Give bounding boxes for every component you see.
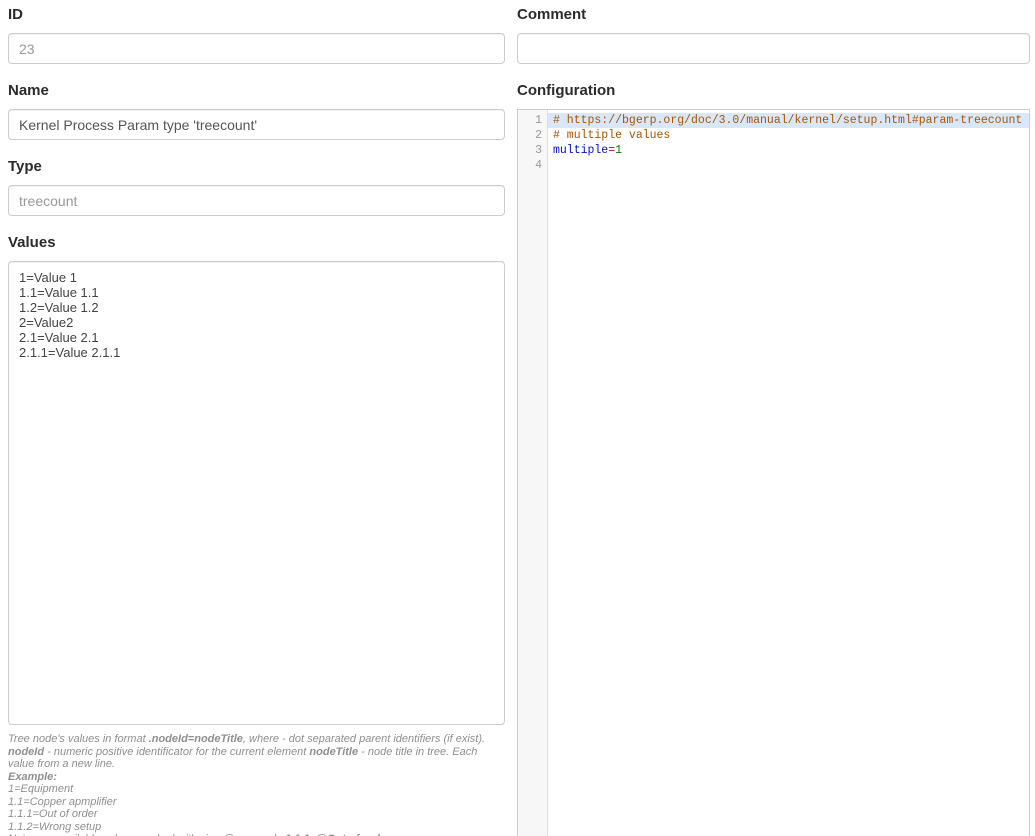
- line-number: 1: [518, 113, 548, 128]
- configuration-code-lines: 1# https://bgerp.org/doc/3.0/manual/kern…: [518, 110, 1029, 173]
- values-help-line: Tree node's values in format .nodeId=nod…: [8, 733, 505, 771]
- line-number: 2: [518, 128, 548, 143]
- line-number: 3: [518, 143, 548, 158]
- code-line-content: # https://bgerp.org/doc/3.0/manual/kerne…: [548, 113, 1029, 128]
- configuration-label: Configuration: [517, 82, 1030, 100]
- line-number-gutter: [518, 110, 548, 836]
- configuration-editor[interactable]: 1# https://bgerp.org/doc/3.0/manual/kern…: [517, 109, 1030, 836]
- name-input[interactable]: [8, 109, 505, 140]
- values-help-line: 1.1.2=Wrong setup: [8, 821, 505, 834]
- code-line: 2# multiple values: [518, 128, 1029, 143]
- values-help-line: 1.1=Copper apmplifier: [8, 796, 505, 809]
- type-input[interactable]: [8, 185, 505, 216]
- comment-input[interactable]: [517, 33, 1030, 64]
- code-line-content: [548, 158, 1029, 173]
- id-input[interactable]: [8, 33, 505, 64]
- code-line-content: # multiple values: [548, 128, 1029, 143]
- values-help: Tree node's values in format .nodeId=nod…: [8, 733, 505, 836]
- values-label: Values: [8, 234, 505, 252]
- type-label: Type: [8, 158, 505, 176]
- values-help-line: 1.1.1=Out of order: [8, 808, 505, 821]
- left-column: ID Name Type Values 1=Value 1 1.1=Value …: [8, 0, 505, 836]
- code-line: 3multiple=1: [518, 143, 1029, 158]
- line-number: 4: [518, 158, 548, 173]
- values-help-line: Example:: [8, 771, 505, 784]
- param-edit-form: ID Name Type Values 1=Value 1 1.1=Value …: [0, 0, 1035, 836]
- code-line-content: multiple=1: [548, 143, 1029, 158]
- values-help-line: 1=Equipment: [8, 783, 505, 796]
- values-textarea[interactable]: 1=Value 1 1.1=Value 1.1 1.2=Value 1.2 2=…: [8, 261, 505, 725]
- comment-label: Comment: [517, 6, 1030, 24]
- code-line: 1# https://bgerp.org/doc/3.0/manual/kern…: [518, 113, 1029, 128]
- id-label: ID: [8, 6, 505, 24]
- right-column: Comment Configuration 1# https://bgerp.o…: [517, 0, 1030, 836]
- name-label: Name: [8, 82, 505, 100]
- code-line: 4: [518, 158, 1029, 173]
